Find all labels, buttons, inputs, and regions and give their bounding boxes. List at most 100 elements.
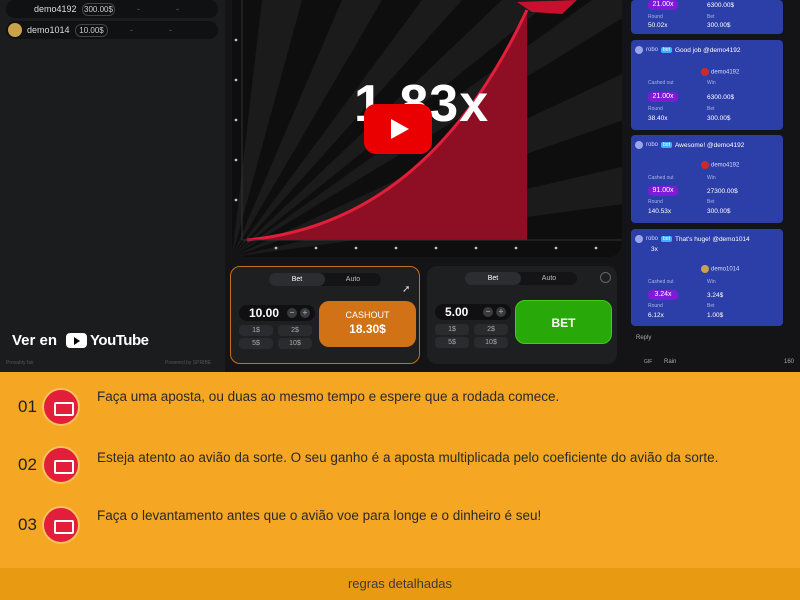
cashout-button[interactable]: CASHOUT 18.30$ xyxy=(319,301,416,347)
chat-panel: 21.00x 6300.00$ Round Bet 50.02x 300.00$… xyxy=(627,0,800,372)
chat-message: 21.00x 6300.00$ Round Bet 50.02x 300.00$ xyxy=(631,0,783,34)
win-caption: Win xyxy=(707,80,716,86)
youtube-icon xyxy=(66,333,88,348)
cashed-out-caption: Cashed out xyxy=(648,175,674,181)
player-name: demo4192 xyxy=(34,4,77,14)
plus-icon[interactable]: + xyxy=(496,307,506,317)
tab-bet[interactable]: Bet xyxy=(269,273,325,286)
cashed-out-caption: Cashed out xyxy=(648,279,674,285)
avatar xyxy=(8,23,22,37)
round-caption: Round xyxy=(648,106,663,112)
avatar xyxy=(635,46,643,54)
bet-caption: Bet xyxy=(707,199,715,205)
bet-caption: Bet xyxy=(707,303,715,309)
youtube-wordmark: YouTube xyxy=(90,332,149,349)
bet-mode-tabs: Bet Auto xyxy=(269,273,381,286)
shared-bet-user: demo4192 xyxy=(701,161,739,169)
coef-badge: 21.00x xyxy=(648,0,678,10)
mouse-cursor-icon: ➚ xyxy=(402,284,411,295)
bet-amount-field[interactable]: 5.00 − + xyxy=(435,304,511,320)
players-panel: demo4192 300.00$ - - demo1014 10.00$ - -… xyxy=(0,0,225,372)
coef-badge: 91.00x xyxy=(648,186,678,196)
player-bet: 10.00$ xyxy=(75,23,108,37)
bet-caption: Bet xyxy=(707,106,715,112)
bet-amount-value: 10.00 xyxy=(249,306,280,320)
gif-button[interactable]: GIF xyxy=(644,359,652,365)
sender-name: robo xyxy=(646,236,659,242)
aviator-game-screen: demo4192 300.00$ - - demo1014 10.00$ - -… xyxy=(0,0,800,600)
instructions-panel: 01 Faça uma aposta, ou duas ao mesmo tem… xyxy=(0,372,800,600)
player-row: demo4192 300.00$ - - xyxy=(6,0,218,18)
minus-icon[interactable]: − xyxy=(287,308,297,318)
tab-bet[interactable]: Bet xyxy=(465,272,521,285)
step-text: Faça uma aposta, ou duas ao mesmo tempo … xyxy=(97,389,560,404)
bot-badge: bot xyxy=(661,236,672,242)
watch-on-youtube-link[interactable]: Ver en YouTube xyxy=(12,332,149,349)
youtube-logo: YouTube xyxy=(66,332,149,349)
win-value: 3.24$ xyxy=(707,292,724,299)
detailed-rules-link[interactable]: regras detalhadas xyxy=(0,568,800,600)
avatar xyxy=(701,265,709,273)
round-caption: Round xyxy=(648,199,663,205)
step-text: Faça o levantamento antes que o avião vo… xyxy=(97,508,542,523)
avatar xyxy=(701,68,709,76)
plane-zigzag-icon xyxy=(42,446,80,484)
tab-auto[interactable]: Auto xyxy=(521,272,577,285)
player-name: demo1014 xyxy=(27,25,70,35)
game-canvas: 1.83x xyxy=(232,0,622,257)
player-coef: - xyxy=(137,4,140,14)
cashout-value: 18.30$ xyxy=(349,322,386,336)
shared-bet-user: demo1014 xyxy=(701,265,739,273)
player-coef: - xyxy=(130,25,133,35)
bet-panel-2: Bet Auto 5.00 − + 1$ 2$ 5$ 10$ BET xyxy=(427,266,617,364)
message-text: Good job @demo4192 xyxy=(674,46,741,54)
quick-bet-button[interactable]: 10$ xyxy=(278,338,312,349)
bot-badge: bot xyxy=(661,47,672,53)
player-win: - xyxy=(176,4,179,14)
video-play-button[interactable] xyxy=(364,104,432,154)
cashed-out-caption: Cashed out xyxy=(648,80,674,86)
char-count: 160 xyxy=(784,359,795,365)
win-caption: Win xyxy=(707,279,716,285)
win-value: 6300.00$ xyxy=(707,2,735,9)
round-value: 6.12x xyxy=(648,312,664,319)
quick-bet-button[interactable]: 1$ xyxy=(435,324,469,335)
win-caption: Win xyxy=(707,175,716,181)
bet-amount-field[interactable]: 10.00 − + xyxy=(239,305,315,321)
step-number: 01 xyxy=(18,397,37,416)
cashout-label: CASHOUT xyxy=(345,310,390,320)
bet-value: 300.00$ xyxy=(707,22,731,29)
step-text: Esteja atento ao avião da sorte. O seu g… xyxy=(97,450,719,465)
provably-fair-label[interactable]: Provably fair xyxy=(6,360,34,366)
quick-bet-button[interactable]: 5$ xyxy=(239,338,273,349)
quick-bet-button[interactable]: 10$ xyxy=(474,337,508,348)
bet-value: 1.00$ xyxy=(707,312,724,319)
step-number: 02 xyxy=(18,455,37,474)
round-value: 38.40x xyxy=(648,115,668,122)
chat-message: robo bot Awesome! @demo4192 demo4192 Cas… xyxy=(631,135,783,223)
quick-bet-button[interactable]: 2$ xyxy=(278,325,312,336)
player-win: - xyxy=(169,25,172,35)
message-text: Awesome! @demo4192 xyxy=(674,141,745,149)
bet-button[interactable]: BET xyxy=(515,300,612,344)
tab-auto[interactable]: Auto xyxy=(325,273,381,286)
win-value: 6300.00$ xyxy=(707,94,735,101)
instruction-step: 02 xyxy=(18,446,80,484)
powered-by-label: Powered by SPRIBE xyxy=(165,360,212,366)
plus-icon[interactable]: + xyxy=(300,308,310,318)
round-value: 140.53x xyxy=(648,208,672,215)
quick-bet-button[interactable]: 2$ xyxy=(474,324,508,335)
cash-bundle-icon xyxy=(42,506,80,544)
chat-message: robo bot Good job @demo4192 demo4192 Cas… xyxy=(631,40,783,130)
quick-bet-button[interactable]: 1$ xyxy=(239,325,273,336)
message-text: That's huge! @demo1014 xyxy=(674,235,750,243)
remove-panel-icon[interactable] xyxy=(600,272,611,283)
rain-button[interactable]: Rain xyxy=(664,359,676,365)
avatar xyxy=(635,235,643,243)
message-header: robo bot That's huge! @demo1014 xyxy=(635,235,750,243)
chat-reply-input[interactable]: Reply xyxy=(636,335,651,341)
sender-name: robo xyxy=(646,142,659,148)
minus-icon[interactable]: − xyxy=(483,307,493,317)
win-value: 27300.00$ xyxy=(707,188,738,195)
quick-bet-button[interactable]: 5$ xyxy=(435,337,469,348)
